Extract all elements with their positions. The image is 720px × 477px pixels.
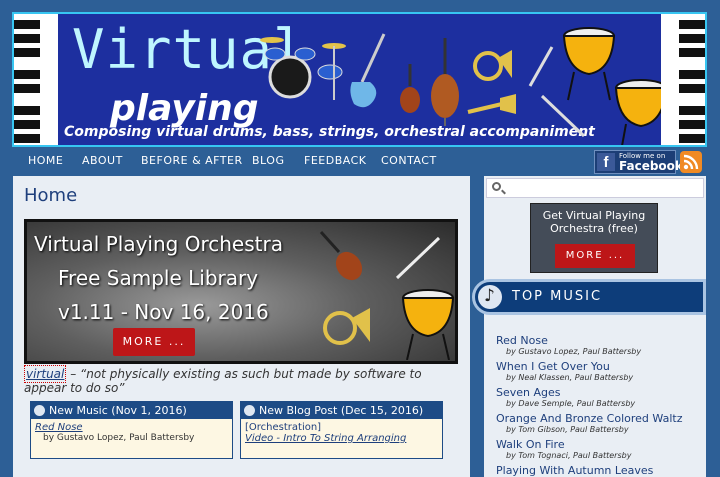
nav-before-after[interactable]: BEFORE & AFTER xyxy=(141,154,243,167)
french-horn-icon xyxy=(323,308,370,345)
song-artists: by Tom Tognaci, Paul Battersby xyxy=(506,451,632,460)
song-title-link[interactable]: Playing With Autumn Leaves xyxy=(496,464,653,477)
banner-title-line2: playing xyxy=(110,88,259,129)
search-input[interactable] xyxy=(486,178,704,198)
song-artists: by Dave Semple, Paul Battersby xyxy=(506,399,636,408)
electric-guitar-icon xyxy=(350,33,386,108)
promo-more-button[interactable]: MORE ... xyxy=(555,244,635,268)
blog-post-link[interactable]: Video - Intro To String Arranging xyxy=(241,433,442,444)
song-title-link[interactable]: Red Nose xyxy=(496,334,641,347)
promo-title: Get Virtual Playing Orchestra (free) xyxy=(542,209,646,235)
top-song-item[interactable]: Playing With Autumn Leaves xyxy=(496,464,653,477)
top-song-item[interactable]: Seven Ages by Dave Semple, Paul Battersb… xyxy=(496,386,635,408)
top-song-item[interactable]: Walk On Fire by Tom Tognaci, Paul Batter… xyxy=(496,438,631,460)
orchestra-hero-banner[interactable]: Virtual Playing Orchestra Free Sample Li… xyxy=(24,219,458,364)
new-blog-post-title: New Blog Post (Dec 15, 2016) xyxy=(259,404,424,417)
virtual-definition: virtual – “not physically existing as su… xyxy=(24,365,464,395)
top-song-item[interactable]: Orange And Bronze Colored Waltz by Tom G… xyxy=(496,412,682,434)
new-music-song-link[interactable]: Red Nose xyxy=(31,419,232,433)
new-blog-post-header: New Blog Post (Dec 15, 2016) xyxy=(241,402,442,419)
hero-more-button[interactable]: MORE ... xyxy=(113,328,195,356)
piano-keys-left-graphic xyxy=(14,14,58,145)
hero-title: Virtual Playing Orchestra xyxy=(34,232,283,256)
search-icon xyxy=(492,182,501,191)
main-content: Home Virtual Playing Orchestra Free Samp… xyxy=(13,176,470,477)
hero-version: v1.11 - Nov 16, 2016 xyxy=(58,300,269,324)
timpani-large-icon xyxy=(614,79,668,145)
song-title-link[interactable]: Seven Ages xyxy=(496,386,635,399)
facebook-icon: f xyxy=(597,153,615,171)
nav-feedback[interactable]: FEEDBACK xyxy=(304,154,366,167)
timpani-icon xyxy=(401,289,455,360)
music-disc-icon xyxy=(244,405,255,416)
song-title-link[interactable]: When I Get Over You xyxy=(496,360,633,373)
piano-keys-right-graphic xyxy=(661,14,705,145)
blog-post-category: [Orchestration] xyxy=(245,422,322,433)
page-title: Home xyxy=(24,185,78,206)
top-music-header: TOP MUSIC xyxy=(472,279,706,315)
clarinet-icon xyxy=(528,46,554,87)
top-music-title: TOP MUSIC xyxy=(512,289,603,304)
facebook-label: Facebook xyxy=(619,159,683,173)
french-horn-icon xyxy=(473,50,512,81)
new-music-title: New Music (Nov 1, 2016) xyxy=(49,404,187,417)
orchestra-promo[interactable]: Get Virtual Playing Orchestra (free) MOR… xyxy=(530,203,658,273)
music-note-icon xyxy=(478,285,502,309)
drum-kit-icon xyxy=(260,37,346,100)
definition-quote: “not physically existing as such but mad… xyxy=(24,367,422,395)
rss-icon[interactable] xyxy=(680,151,702,173)
new-music-artists: by Gustavo Lopez, Paul Battersby xyxy=(43,433,195,443)
violin-icon xyxy=(319,230,363,281)
nav-contact[interactable]: CONTACT xyxy=(381,154,437,167)
top-song-item[interactable]: Red Nose by Gustavo Lopez, Paul Battersb… xyxy=(496,334,641,356)
sidebar: Get Virtual Playing Orchestra (free) MOR… xyxy=(472,176,706,477)
hero-subtitle: Free Sample Library xyxy=(58,266,259,290)
new-blog-post-box: New Blog Post (Dec 15, 2016) [Orchestrat… xyxy=(240,401,443,459)
nav-blog[interactable]: BLOG xyxy=(252,154,284,167)
song-artists: by Gustavo Lopez, Paul Battersby xyxy=(506,347,642,356)
song-title-link[interactable]: Walk On Fire xyxy=(496,438,631,451)
facebook-follow-button[interactable]: f Follow me on Facebook xyxy=(594,150,683,174)
nav-home[interactable]: HOME xyxy=(28,154,63,167)
music-disc-icon xyxy=(34,405,45,416)
timpani-icon xyxy=(562,27,616,101)
song-artists: by Neal Klassen, Paul Battersby xyxy=(506,373,634,382)
site-banner[interactable]: Virtual playing Composing virtual drums,… xyxy=(12,12,707,147)
new-music-header: New Music (Nov 1, 2016) xyxy=(31,402,232,419)
banner-tagline: Composing virtual drums, bass, strings, … xyxy=(64,124,595,140)
song-artists: by Tom Gibson, Paul Battersby xyxy=(506,425,629,434)
flute-icon xyxy=(395,236,441,280)
violin-icon xyxy=(400,64,420,113)
cello-icon xyxy=(431,38,459,126)
top-song-item[interactable]: When I Get Over You by Neal Klassen, Pau… xyxy=(496,360,633,382)
definition-dash: – xyxy=(66,367,81,381)
nav-about[interactable]: ABOUT xyxy=(82,154,123,167)
new-music-box: New Music (Nov 1, 2016) Red Nose by Gust… xyxy=(30,401,233,459)
song-title-link[interactable]: Orange And Bronze Colored Waltz xyxy=(496,412,682,425)
trumpet-icon xyxy=(467,94,516,114)
